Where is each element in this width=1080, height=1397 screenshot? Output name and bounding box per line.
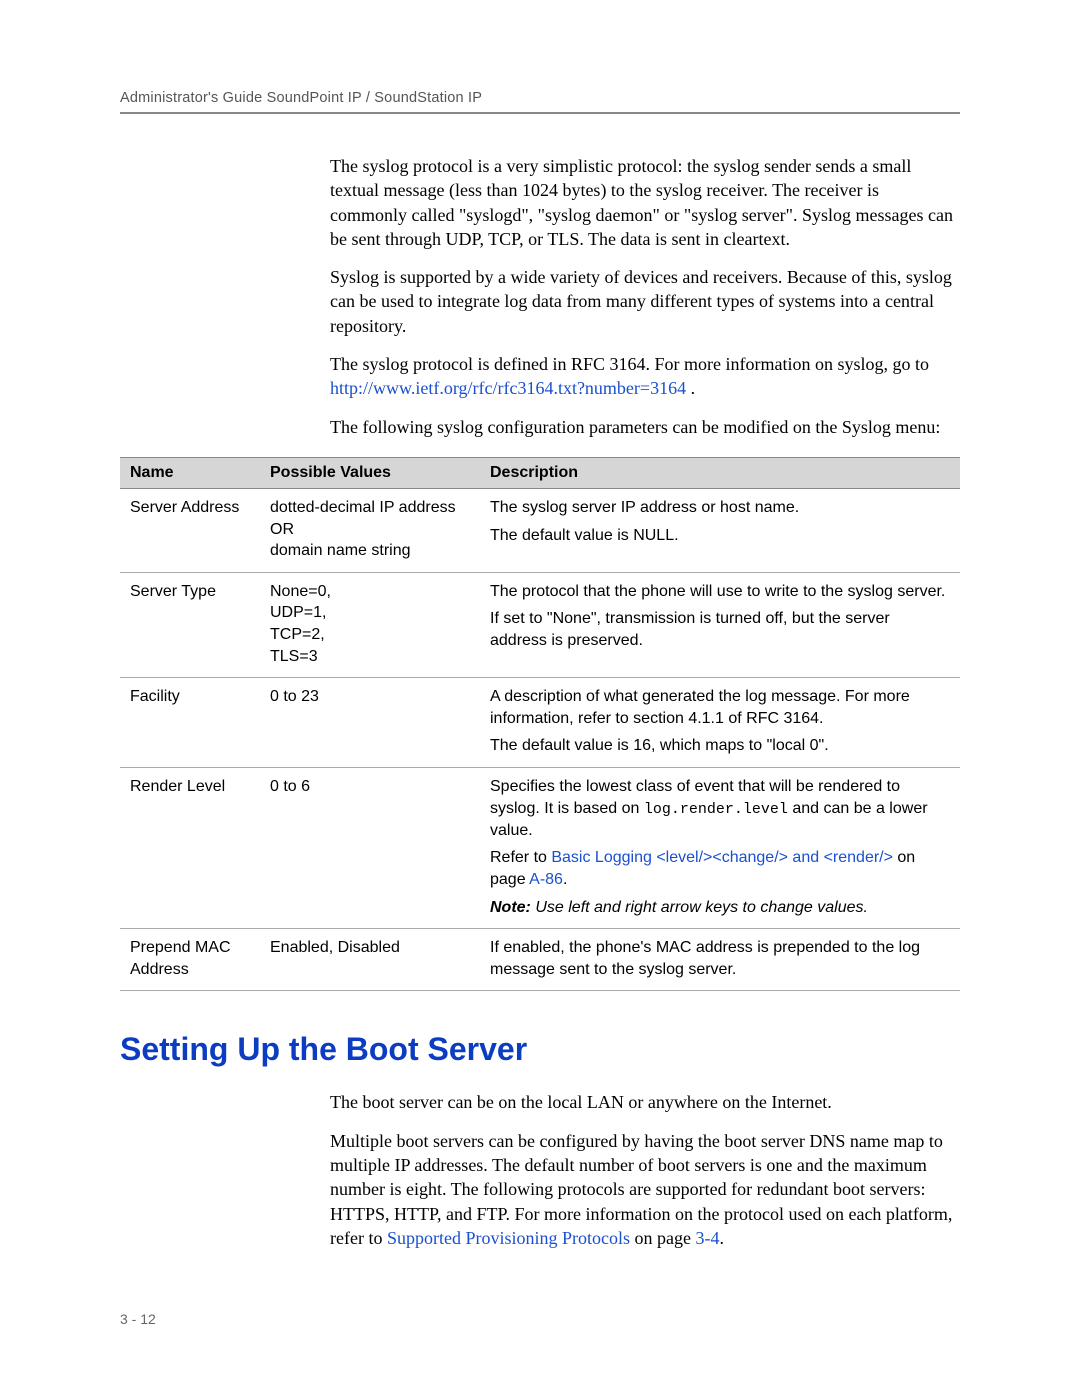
th-vals: Possible Values [260,457,480,488]
page-ref-link[interactable]: A-86 [529,871,563,888]
basic-logging-link[interactable]: Basic Logging <level/><change/> and <ren… [551,849,893,866]
desc-line: Specifies the lowest class of event that… [490,776,950,841]
text-span: . [563,871,567,888]
cell-vals: 0 to 6 [260,767,480,928]
cell-name: Server Type [120,572,260,677]
section-heading-boot-server: Setting Up the Boot Server [120,1031,960,1068]
intro-para-3a: The syslog protocol is defined in RFC 31… [330,354,929,374]
cell-vals: dotted-decimal IP address OR domain name… [260,488,480,572]
cell-desc: The protocol that the phone will use to … [480,572,960,677]
syslog-params-table: Name Possible Values Description Server … [120,457,960,991]
cell-vals: Enabled, Disabled [260,929,480,991]
rfc-link[interactable]: http://www.ietf.org/rfc/rfc3164.txt?numb… [330,378,686,398]
cell-name: Prepend MAC Address [120,929,260,991]
text-span: Refer to [490,849,551,866]
page: Administrator's Guide SoundPoint IP / So… [0,0,1080,1397]
desc-line: The default value is 16, which maps to "… [490,735,950,757]
page-number: 3 - 12 [120,1311,156,1327]
desc-line: The syslog server IP address or host nam… [490,497,950,519]
page-ref-link[interactable]: 3-4 [695,1228,719,1248]
boot-para-1: The boot server can be on the local LAN … [330,1090,960,1114]
note-text: Use left and right arrow keys to change … [531,899,868,916]
cell-vals: 0 to 23 [260,678,480,768]
val-line: TLS=3 [270,648,318,665]
text-span: on page [630,1228,695,1248]
intro-para-4: The following syslog configuration param… [330,415,960,439]
val-line: None=0, [270,583,331,600]
table-row: Render Level 0 to 6 Specifies the lowest… [120,767,960,928]
val-line: UDP=1, [270,604,326,621]
desc-line: The default value is NULL. [490,525,950,547]
cell-name: Server Address [120,488,260,572]
cell-desc: If enabled, the phone's MAC address is p… [480,929,960,991]
val-line: domain name string [270,542,411,559]
desc-line: If enabled, the phone's MAC address is p… [490,937,950,980]
desc-line: Refer to Basic Logging <level/><change/>… [490,847,950,890]
val-line: OR [270,521,294,538]
note-label: Note: [490,899,531,916]
intro-para-3b: . [686,378,695,398]
text-span: . [719,1228,724,1248]
mono-span: log.render.level [644,801,788,818]
table-row: Server Type None=0, UDP=1, TCP=2, TLS=3 … [120,572,960,677]
cell-vals: None=0, UDP=1, TCP=2, TLS=3 [260,572,480,677]
table-row: Prepend MAC Address Enabled, Disabled If… [120,929,960,991]
cell-desc: Specifies the lowest class of event that… [480,767,960,928]
desc-line: If set to "None", transmission is turned… [490,608,950,651]
intro-para-2: Syslog is supported by a wide variety of… [330,265,960,338]
th-desc: Description [480,457,960,488]
cell-name: Render Level [120,767,260,928]
provisioning-protocols-link[interactable]: Supported Provisioning Protocols [387,1228,630,1248]
val-line: Enabled, Disabled [270,939,400,956]
running-header: Administrator's Guide SoundPoint IP / So… [120,90,960,106]
body-column-2: The boot server can be on the local LAN … [330,1090,960,1250]
val-line: dotted-decimal IP address [270,499,456,516]
body-column: The syslog protocol is a very simplistic… [330,154,960,439]
desc-line: A description of what generated the log … [490,686,950,729]
val-line: 0 to 23 [270,688,319,705]
cell-desc: The syslog server IP address or host nam… [480,488,960,572]
table-row: Server Address dotted-decimal IP address… [120,488,960,572]
intro-para-3: The syslog protocol is defined in RFC 31… [330,352,960,401]
table-header-row: Name Possible Values Description [120,457,960,488]
boot-para-2: Multiple boot servers can be configured … [330,1129,960,1250]
intro-para-1: The syslog protocol is a very simplistic… [330,154,960,251]
desc-note: Note: Use left and right arrow keys to c… [490,897,950,919]
desc-line: The protocol that the phone will use to … [490,581,950,603]
val-line: 0 to 6 [270,778,310,795]
val-line: TCP=2, [270,626,325,643]
table-row: Facility 0 to 23 A description of what g… [120,678,960,768]
th-name: Name [120,457,260,488]
cell-name: Facility [120,678,260,768]
header-rule [120,112,960,114]
cell-desc: A description of what generated the log … [480,678,960,768]
